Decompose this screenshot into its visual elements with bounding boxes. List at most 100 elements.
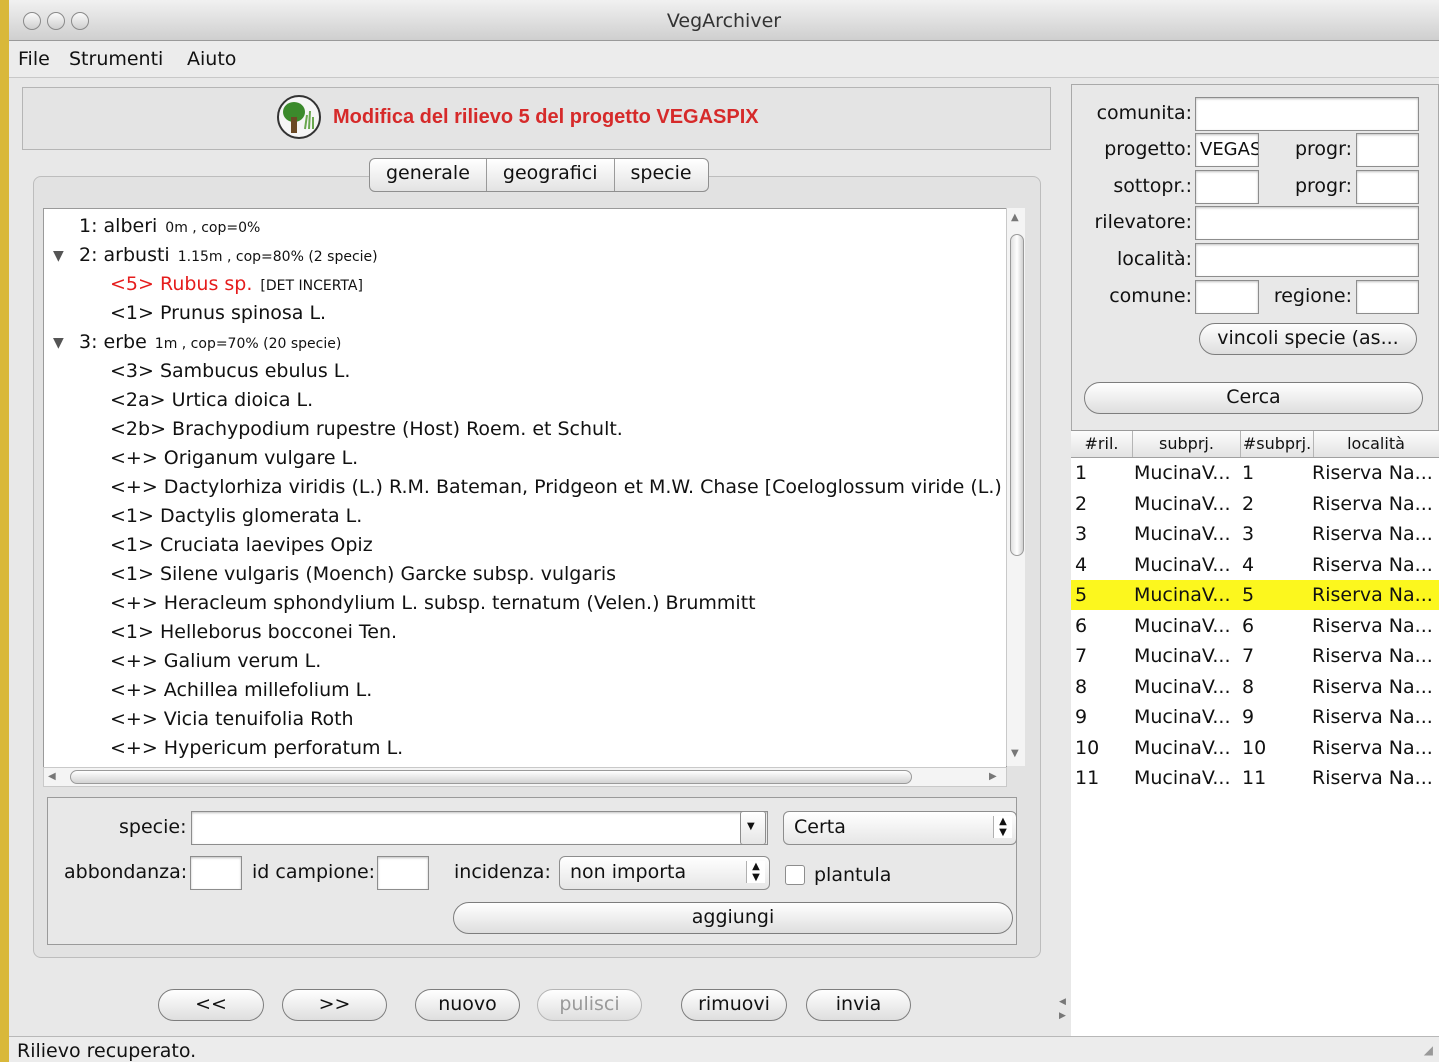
tree-icon [277, 95, 321, 139]
table-row[interactable]: 11 MucinaV... 11 Riserva Na... [1071, 763, 1439, 793]
specie-dropdown-button[interactable]: ▼ [740, 811, 766, 845]
title-bar: VegArchiver [9, 0, 1439, 41]
disclosure-triangle-icon[interactable]: ▼ [53, 335, 64, 351]
species-tree[interactable]: 1: alberi 0m , cop=0% ▼ 2: arbusti 1.15m , c… [43, 208, 1007, 768]
tree-vertical-scrollbar[interactable]: ▲ ▼ [1006, 208, 1025, 766]
species-item[interactable]: <1> Cruciata laevipes Opiz [110, 534, 373, 556]
id-campione-input[interactable] [377, 856, 429, 890]
tree-item-label: <1> Dactylis glomerata L. [110, 505, 363, 527]
nuovo-button[interactable]: nuovo [415, 989, 520, 1021]
menu-strumenti[interactable]: Strumenti [69, 48, 163, 70]
layer-item[interactable]: 1: alberi 0m , cop=0% [79, 215, 260, 237]
vertical-scroll-thumb[interactable] [1010, 234, 1024, 556]
updown-arrows-icon: ▲ ▼ [746, 861, 765, 883]
species-item[interactable]: <5> Rubus sp. [DET INCERTA] [110, 273, 363, 295]
progetto-input[interactable]: VEGASPIX [1195, 133, 1259, 167]
split-pane-arrows-icon[interactable]: ◀ ▶ [1059, 995, 1066, 1023]
disclosure-triangle-icon[interactable]: ▼ [53, 248, 64, 264]
table-cell-loc: Riserva Na... [1312, 767, 1433, 789]
species-item[interactable]: <1> Prunus spinosa L. [110, 302, 326, 324]
species-item[interactable]: <+> Dactylorhiza viridis (L.) R.M. Batem… [110, 476, 1006, 498]
tree-item-label: 3: erbe [79, 331, 147, 353]
rimuovi-button[interactable]: rimuovi [681, 989, 787, 1021]
table-cell-ril: 2 [1075, 492, 1088, 515]
tree-item-details: [DET INCERTA] [260, 278, 363, 294]
species-item[interactable]: <+> Achillea millefolium L. [110, 679, 372, 701]
horizontal-scroll-thumb[interactable] [70, 770, 912, 784]
tree-horizontal-scrollbar[interactable]: ◀ ▶ [43, 767, 1007, 787]
species-item[interactable]: <3> Sambucus ebulus L. [110, 360, 350, 382]
invia-button[interactable]: invia [806, 989, 911, 1021]
table-row[interactable]: 1 MucinaV... 1 Riserva Na... [1071, 458, 1439, 488]
specie-combo-input[interactable] [191, 811, 768, 845]
species-item[interactable]: <+> Vicia tenuifolia Roth [110, 708, 354, 730]
table-cell-subprj: MucinaV... [1134, 645, 1231, 667]
table-cell-ril: 8 [1075, 675, 1088, 698]
resize-grip-icon[interactable]: ◢ [1424, 1043, 1433, 1057]
cerca-button[interactable]: Cerca [1084, 382, 1423, 414]
column-header-localita[interactable]: località [1314, 431, 1438, 457]
species-item[interactable]: <+> Galium verum L. [110, 650, 321, 672]
tab-bar: generale geografici specie [369, 158, 709, 192]
column-header-ril[interactable]: #ril. [1071, 431, 1133, 457]
species-item[interactable]: <2b> Brachypodium rupestre (Host) Roem. … [110, 418, 623, 440]
table-cell-subprj: MucinaV... [1134, 553, 1231, 576]
table-row[interactable]: 2 MucinaV... 2 Riserva Na... [1071, 489, 1439, 519]
previous-button[interactable]: << [158, 989, 264, 1021]
comunita-input[interactable] [1195, 97, 1419, 131]
table-cell-subprj: MucinaV... [1134, 706, 1231, 728]
species-item[interactable]: <+> Heracleum sphondylium L. subsp. tern… [110, 592, 756, 614]
tab-generale[interactable]: generale [370, 159, 487, 191]
species-item[interactable]: <1> Helleborus bocconei Ten. [110, 621, 397, 643]
species-item[interactable]: <+> Origanum vulgare L. [110, 447, 358, 469]
scroll-left-icon[interactable]: ◀ [48, 771, 56, 782]
table-row[interactable]: 5 MucinaV... 5 Riserva Na... [1071, 580, 1439, 610]
species-item[interactable]: <2a> Urtica dioica L. [110, 389, 313, 411]
localita-input[interactable] [1195, 243, 1419, 277]
results-table[interactable]: #ril. subprj. #subprj. località 1 MucinaV… [1071, 430, 1439, 1037]
table-row[interactable]: 9 MucinaV... 9 Riserva Na... [1071, 702, 1439, 732]
sottopr-input[interactable] [1195, 170, 1259, 204]
vincoli-specie-button[interactable]: vincoli specie (as... [1199, 323, 1417, 355]
table-cell-subprj: MucinaV... [1134, 462, 1231, 484]
column-header-nsubprj[interactable]: #subprj. [1241, 431, 1314, 457]
scroll-up-icon[interactable]: ▲ [1011, 212, 1019, 223]
progr-input[interactable] [1356, 133, 1419, 167]
species-item[interactable]: <1> Dactylis glomerata L. [110, 505, 362, 527]
table-row[interactable]: 4 MucinaV... 4 Riserva Na... [1071, 550, 1439, 580]
header-box: Modifica del rilievo 5 del progetto VEGA… [22, 87, 1051, 150]
scroll-down-icon[interactable]: ▼ [1011, 748, 1019, 759]
aggiungi-button[interactable]: aggiungi [453, 902, 1013, 934]
table-row[interactable]: 8 MucinaV... 8 Riserva Na... [1071, 672, 1439, 702]
table-cell-ril: 5 [1075, 584, 1088, 606]
tab-specie[interactable]: specie [615, 159, 708, 191]
abbondanza-input[interactable] [190, 856, 242, 890]
table-cell-loc: Riserva Na... [1312, 706, 1433, 728]
rilevatore-input[interactable] [1195, 206, 1419, 240]
next-button[interactable]: >> [282, 989, 387, 1021]
certainty-select[interactable]: Certa ▲ ▼ [783, 811, 1017, 845]
table-row[interactable]: 3 MucinaV... 3 Riserva Na... [1071, 519, 1439, 549]
plantula-checkbox[interactable] [785, 865, 805, 885]
table-row[interactable]: 7 MucinaV... 7 Riserva Na... [1071, 641, 1439, 671]
menu-aiuto[interactable]: Aiuto [187, 48, 236, 70]
species-item[interactable]: <1> Silene vulgaris (Moench) Garcke subs… [110, 563, 616, 585]
comune-input[interactable] [1195, 280, 1259, 314]
menu-file[interactable]: File [18, 48, 50, 70]
table-row[interactable]: 6 MucinaV... 6 Riserva Na... [1071, 611, 1439, 641]
regione-input[interactable] [1356, 280, 1419, 314]
layer-item[interactable]: ▼ 2: arbusti 1.15m , cop=80% (2 specie) [53, 244, 378, 266]
tab-geografici[interactable]: geografici [487, 159, 615, 191]
column-header-subprj[interactable]: subprj. [1133, 431, 1241, 457]
scroll-right-icon[interactable]: ▶ [989, 771, 997, 782]
page-title: Modifica del rilievo 5 del progetto VEGA… [333, 106, 759, 128]
table-cell-loc: Riserva Na... [1312, 553, 1433, 576]
search-panel: comunita: progetto: VEGASPIX progr: sott… [1071, 78, 1439, 1037]
tree-item-label: <+> Heracleum sphondylium L. subsp. tern… [110, 592, 756, 614]
table-cell-nsub: 1 [1242, 462, 1255, 484]
progr2-input[interactable] [1356, 170, 1419, 204]
layer-item[interactable]: ▼ 3: erbe 1m , cop=70% (20 specie) [53, 331, 341, 353]
species-item[interactable]: <+> Hypericum perforatum L. [110, 737, 403, 759]
table-row[interactable]: 10 MucinaV... 10 Riserva Na... [1071, 733, 1439, 763]
incidenza-select[interactable]: non importa ▲ ▼ [559, 856, 770, 890]
